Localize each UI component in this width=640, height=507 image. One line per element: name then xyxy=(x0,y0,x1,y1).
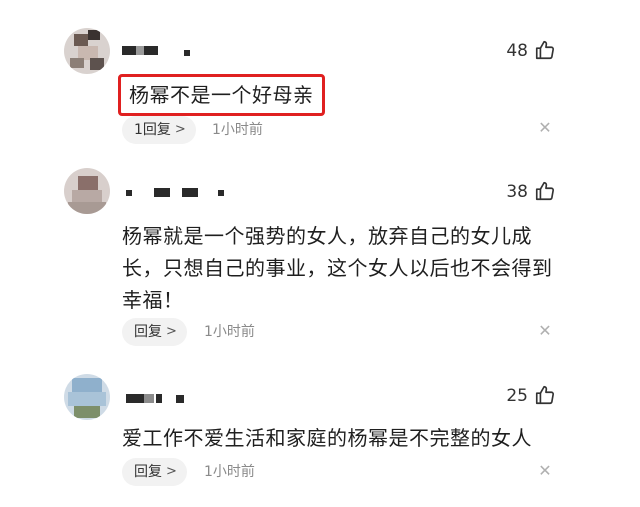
chevron-right-icon: > xyxy=(174,122,186,137)
comment-time: 1小时前 xyxy=(204,464,255,480)
thumbs-up-icon[interactable] xyxy=(534,39,556,61)
reply-label: 回复 xyxy=(134,324,162,340)
reply-label: 1回复 xyxy=(134,122,171,138)
avatar[interactable] xyxy=(64,374,110,420)
chevron-right-icon: > xyxy=(166,324,177,339)
chevron-right-icon: > xyxy=(166,464,177,479)
like-count: 25 xyxy=(506,386,528,406)
avatar[interactable] xyxy=(64,28,110,74)
like-count: 38 xyxy=(506,182,528,202)
comment-time: 1小时前 xyxy=(212,122,263,138)
close-icon[interactable]: ✕ xyxy=(536,322,554,340)
reply-label: 回复 xyxy=(134,464,162,480)
reply-button[interactable]: 1回复 > xyxy=(122,116,196,144)
reply-button[interactable]: 回复 > xyxy=(122,458,187,486)
comment-text: 杨幂就是一个强势的女人，放弃自己的女儿成长，只想自己的事业，这个女人以后也不会得… xyxy=(122,224,553,312)
close-icon[interactable]: ✕ xyxy=(536,462,554,480)
avatar[interactable] xyxy=(64,168,110,214)
thumbs-up-icon[interactable] xyxy=(534,384,556,406)
close-icon[interactable]: ✕ xyxy=(536,119,554,137)
comment-text: 杨幂不是一个好母亲 xyxy=(118,74,325,116)
thumbs-up-icon[interactable] xyxy=(534,180,556,202)
comment-time: 1小时前 xyxy=(204,324,255,340)
like-count: 48 xyxy=(506,41,528,61)
comment-text: 爱工作不爱生活和家庭的杨幂是不完整的女人 xyxy=(122,426,532,450)
reply-button[interactable]: 回复 > xyxy=(122,318,187,346)
